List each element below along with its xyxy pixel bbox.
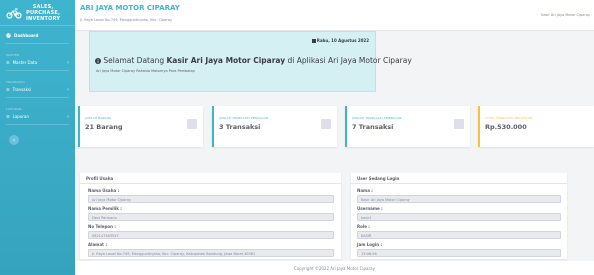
field-label: Role :: [357, 224, 370, 229]
card-label: JUMLAH TRANSAKSI PEMBELIAN: [352, 116, 402, 120]
brand[interactable]: SALES, PURCHASE, INVENTORY: [0, 0, 75, 26]
list-icon: ☰: [6, 60, 10, 65]
welcome-heading: Selamat Datang Kasir Ari Jaya Motor Cipa…: [95, 56, 412, 65]
tachometer-icon: [6, 33, 11, 38]
welcome-banner: Rabu, 10 Agustus 2022 Selamat Datang Kas…: [89, 31, 412, 92]
sidebar-divider: [6, 70, 69, 71]
stat-card-total: TOTAL TRANSAKSI PENJUALAN Rp.530.000: [478, 106, 594, 147]
store-address: Jl. Raya Laswi No.749, Mangguntinjaha, K…: [80, 18, 173, 22]
list-icon: ☰: [6, 87, 10, 92]
panel-title: Profil Usaha: [80, 173, 341, 184]
sidebar: SALES, PURCHASE, INVENTORY Dashboard MAS…: [0, 0, 75, 275]
card-value: 7 Transaksi: [352, 123, 394, 131]
card-label: TOTAL TRANSAKSI PENJUALAN: [485, 116, 533, 120]
brand-name: SALES, PURCHASE, INVENTORY: [26, 4, 60, 22]
card-value: Rp.530.000: [485, 123, 527, 131]
stat-card-barang: JUMLAH BARANG 21 Barang: [78, 106, 203, 147]
sidebar-heading-laporan: LAPORAN: [6, 107, 22, 111]
list-icon: ☰: [6, 114, 10, 119]
field-label: Jam Login :: [357, 242, 383, 247]
field-label: Nama Pemilik :: [88, 206, 122, 211]
sidebar-divider: [6, 43, 69, 44]
brand-line-2: PURCHASE,: [26, 9, 61, 16]
sidebar-heading-transaksi: TRANSAKSI: [6, 80, 25, 84]
panel-title: User Sedang Login: [351, 173, 567, 184]
brand-line-3: INVENTORY: [26, 15, 61, 22]
truck-icon: [454, 119, 464, 129]
nama-usaha-field[interactable]: Ari Jaya Motor Ciparay: [88, 195, 334, 203]
sidebar-item-transaksi[interactable]: ☰ Transaksi ›: [0, 85, 75, 94]
sidebar-item-label: Master Data: [12, 60, 38, 65]
welcome-subtitle: Ari Jaya Motor Ciparay Rahasia Motornya …: [96, 69, 195, 73]
stat-card-penjualan: JUMLAH TRANSAKSI PENJUALAN 3 Transaksi: [212, 106, 337, 147]
telepon-field[interactable]: 082147463547: [88, 231, 334, 239]
page-title: ARI JAYA MOTOR CIPARAY: [80, 4, 180, 12]
sidebar-toggle-button[interactable]: ‹: [9, 135, 19, 145]
sidebar-item-dashboard[interactable]: Dashboard: [0, 31, 75, 40]
nama-user-field[interactable]: Kasir Ari Jaya Motor Ciparay: [357, 195, 561, 203]
username-field[interactable]: kasir1: [357, 213, 561, 221]
clipboard-icon: [321, 119, 331, 129]
jam-login-field[interactable]: 13:46:56: [357, 249, 561, 257]
alamat-field[interactable]: Jl. Raya Laswi No.749, Mangguntinjaha, K…: [88, 249, 334, 257]
user-login-panel: User Sedang Login Nama : Kasir Ari Jaya …: [351, 173, 567, 259]
info-icon: [95, 57, 101, 64]
field-label: Nama :: [357, 188, 373, 193]
card-value: 21 Barang: [85, 123, 123, 131]
sidebar-item-master-data[interactable]: ☰ Master Data ›: [0, 58, 75, 67]
field-label: Username :: [357, 206, 383, 211]
role-field[interactable]: KASIR: [357, 231, 561, 239]
sidebar-heading-master: MASTER: [6, 53, 20, 57]
stat-card-pembelian: JUMLAH TRANSAKSI PEMBELIAN 7 Transaksi: [345, 106, 470, 147]
profil-usaha-panel: Profil Usaha Nama Usaha : Ari Jaya Motor…: [80, 173, 341, 259]
topbar: ARI JAYA MOTOR CIPARAY Jl. Raya Laswi No…: [75, 0, 594, 31]
card-value: 3 Transaksi: [219, 123, 261, 131]
field-label: Nama Usaha :: [88, 188, 120, 193]
welcome-user: Kasir Ari Jaya Motor Ciparay: [166, 56, 286, 65]
card-label: JUMLAH TRANSAKSI PENJUALAN: [219, 116, 269, 120]
sidebar-divider: [6, 124, 69, 125]
user-menu[interactable]: Kasir Ari Jaya Motor Ciparay: [541, 13, 590, 17]
sidebar-item-label: Dashboard: [14, 33, 39, 38]
sidebar-divider: [6, 97, 69, 98]
chevron-right-icon: ›: [67, 59, 69, 66]
nama-pemilik-field[interactable]: Deni Permana: [88, 213, 334, 221]
field-label: No Telepon :: [88, 224, 116, 229]
sidebar-item-label: Laporan: [12, 114, 29, 119]
calendar-icon: [311, 38, 316, 43]
motorcycle-icon: [6, 7, 22, 19]
field-label: Alamat :: [88, 242, 107, 247]
date-text: Rabu, 10 Agustus 2022: [316, 38, 369, 43]
card-label: JUMLAH BARANG: [85, 116, 112, 120]
chevron-right-icon: ›: [67, 113, 69, 120]
welcome-greeting: Selamat Datang: [103, 56, 165, 65]
footer-copyright: Copyright ©2022 Ari Jaya Motor Ciparay: [75, 261, 594, 275]
sidebar-item-label: Transaksi: [12, 87, 32, 92]
welcome-suffix: di Aplikasi Ari Jaya Motor Ciparay: [287, 56, 412, 65]
box-icon: [187, 119, 197, 129]
current-date: Rabu, 10 Agustus 2022: [311, 38, 369, 43]
chevron-right-icon: ›: [67, 86, 69, 93]
sidebar-item-laporan[interactable]: ☰ Laporan ›: [0, 112, 75, 121]
